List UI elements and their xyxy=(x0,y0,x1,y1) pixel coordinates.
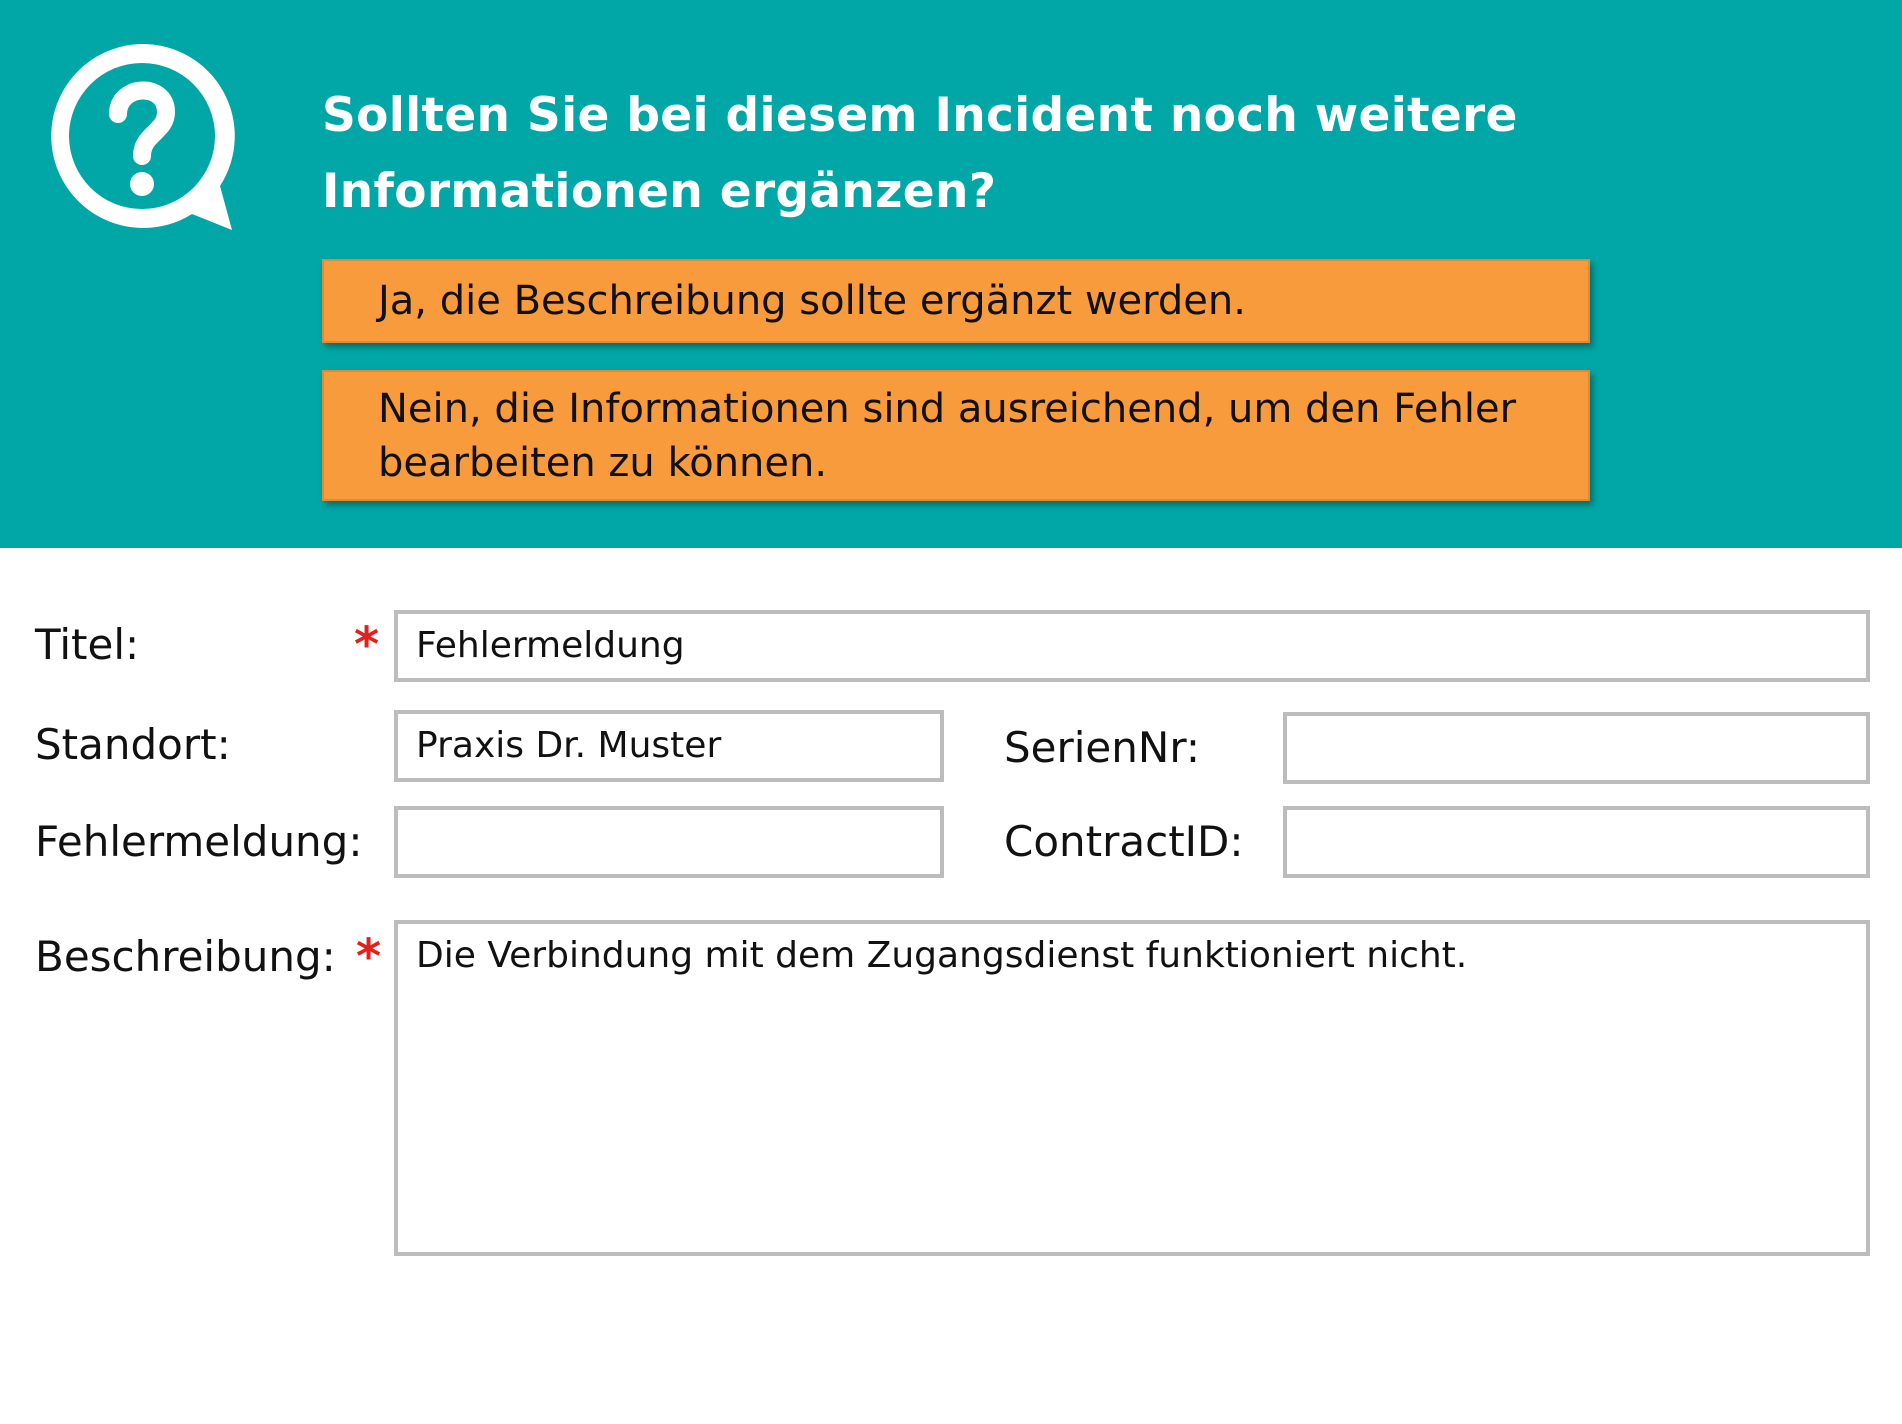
titel-field[interactable]: Fehlermeldung xyxy=(394,610,1870,682)
fehlermeldung-field[interactable] xyxy=(394,806,944,878)
question-title: Sollten Sie bei diesem Incident noch wei… xyxy=(322,88,1518,219)
question-panel: Sollten Sie bei diesem Incident noch wei… xyxy=(0,0,1902,548)
beschreibung-required-marker: * xyxy=(356,929,382,985)
titel-label: Titel: xyxy=(35,620,140,669)
fehlermeldung-label: Fehlermeldung: xyxy=(35,817,363,866)
standort-field[interactable]: Praxis Dr. Muster xyxy=(394,710,944,782)
answer-no-button[interactable]: Nein, die Informationen sind ausreichend… xyxy=(322,370,1590,501)
beschreibung-label: Beschreibung: xyxy=(35,932,336,981)
standort-label: Standort: xyxy=(35,720,231,769)
answer-yes-button[interactable]: Ja, die Beschreibung sollte ergänzt werd… xyxy=(322,259,1590,343)
seriennr-field[interactable] xyxy=(1283,712,1870,784)
titel-required-marker: * xyxy=(354,617,380,673)
contractid-label: ContractID: xyxy=(1004,817,1244,866)
contractid-field[interactable] xyxy=(1283,806,1870,878)
question-bubble-icon xyxy=(51,43,235,230)
seriennr-label: SerienNr: xyxy=(1004,723,1200,772)
beschreibung-textarea[interactable]: Die Verbindung mit dem Zugangsdienst fun… xyxy=(394,920,1870,1256)
